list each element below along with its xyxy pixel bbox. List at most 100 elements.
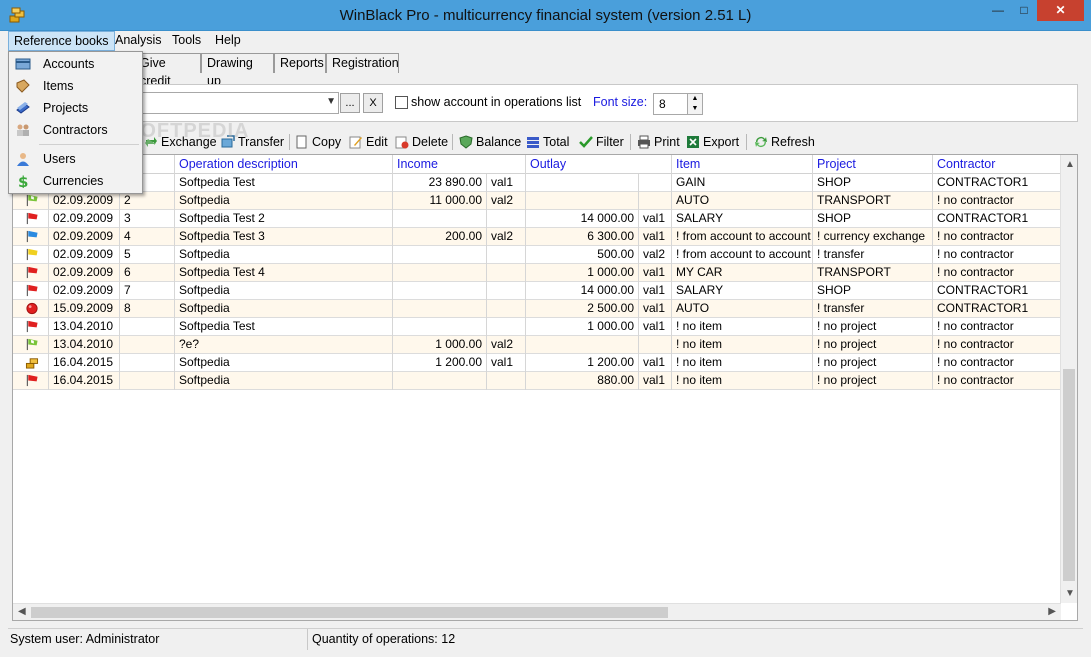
dropdown-item-users[interactable]: Users xyxy=(10,148,141,170)
vertical-scrollbar[interactable]: ▲ ▼ xyxy=(1060,155,1077,603)
menu-help[interactable]: Help xyxy=(210,31,246,51)
flag-cell xyxy=(13,228,49,246)
table-row[interactable]: 02.09.2009 7 Softpedia 14 000.00 val1 SALARY S… xyxy=(13,282,1061,300)
scroll-right-icon[interactable]: ▶ xyxy=(1048,606,1056,617)
cell-num: 3 xyxy=(120,210,175,228)
close-icon[interactable]: ✕ xyxy=(1037,0,1084,21)
balance-button[interactable]: Balance xyxy=(459,133,521,151)
print-button[interactable]: Print xyxy=(637,133,680,151)
menu-analysis[interactable]: Analysis xyxy=(110,31,167,51)
cell-desc: Softpedia xyxy=(175,354,393,372)
cell-desc: Softpedia xyxy=(175,372,393,390)
cell-income: 200.00 xyxy=(393,228,487,246)
cell-outlay: 1 000.00 xyxy=(526,318,639,336)
table-row[interactable]: 02.09.2009 4 Softpedia Test 3 200.00 val2 6 3… xyxy=(13,228,1061,246)
tab-registration[interactable]: Registration xyxy=(326,53,399,73)
cell-income-cur xyxy=(487,246,526,264)
user-icon xyxy=(17,153,29,166)
refresh-button[interactable]: Refresh xyxy=(754,133,815,151)
edit-button[interactable]: Edit xyxy=(349,133,388,151)
menu-reference-books[interactable]: Reference books xyxy=(8,31,115,51)
table-row[interactable]: 02.09.2009 5 Softpedia 500.00 val2! from acc… xyxy=(13,246,1061,264)
chevron-down-icon[interactable]: ▼ xyxy=(326,96,336,107)
cell-project: ! no project xyxy=(813,354,933,372)
table-row[interactable]: 13.04.2010 ?e? 1 000.00 val2 ! no item! no p… xyxy=(13,336,1061,354)
cell-outlay: 500.00 xyxy=(526,246,639,264)
header-outlay[interactable]: Outlay xyxy=(526,155,672,174)
scroll-down-icon[interactable]: ▼ xyxy=(1065,588,1075,599)
total-button[interactable]: Total xyxy=(526,133,569,151)
header-item[interactable]: Item xyxy=(672,155,813,174)
header-income[interactable]: Income xyxy=(393,155,526,174)
cell-date: 13.04.2010 xyxy=(49,336,120,354)
cell-num: 2 xyxy=(120,192,175,210)
cell-contractor: ! no contractor xyxy=(933,354,1061,372)
scroll-left-icon[interactable]: ◀ xyxy=(18,606,26,617)
cell-income xyxy=(393,372,487,390)
table-row[interactable]: 02.09.2009 6 Softpedia Test 4 1 000.00 val1 M… xyxy=(13,264,1061,282)
table-row[interactable]: 02.09.2009 2 Softpedia 11 000.00 val2 AUTO TRA… xyxy=(13,192,1061,210)
cell-income-cur xyxy=(487,300,526,318)
filter-button[interactable]: Filter xyxy=(579,133,624,151)
scroll-up-icon[interactable]: ▲ xyxy=(1065,159,1075,170)
cell-item: MY CAR xyxy=(672,264,813,282)
header-project[interactable]: Project xyxy=(813,155,933,174)
header-operation-description[interactable]: Operation description xyxy=(175,155,393,174)
tab-reports[interactable]: Reports xyxy=(274,53,326,73)
table-row[interactable]: Softpedia Test 23 890.00 val1 GAIN SHOP CONTR… xyxy=(13,174,1061,192)
cell-contractor: ! no contractor xyxy=(933,372,1061,390)
dropdown-item-contractors[interactable]: Contractors xyxy=(10,119,141,141)
browse-button[interactable]: ... xyxy=(340,93,360,113)
copy-button[interactable]: Copy xyxy=(295,133,341,151)
table-row[interactable]: 02.09.2009 3 Softpedia Test 2 14 000.00 val1… xyxy=(13,210,1061,228)
dropdown-item-accounts[interactable]: Accounts xyxy=(10,53,141,75)
export-button[interactable]: Export xyxy=(686,133,739,151)
cell-num: 4 xyxy=(120,228,175,246)
table-row[interactable]: 16.04.2015 Softpedia 880.00 val1! no item! … xyxy=(13,372,1061,390)
table-row[interactable]: 16.04.2015 Softpedia 1 200.00 val1 1 200.00 v… xyxy=(13,354,1061,372)
cell-outlay-cur: val1 xyxy=(639,228,672,246)
delete-button[interactable]: Delete xyxy=(395,133,448,151)
copy-icon xyxy=(296,135,307,149)
cell-project: ! currency exchange xyxy=(813,228,933,246)
dropdown-item-items[interactable]: Items xyxy=(10,75,141,97)
vertical-scroll-thumb[interactable] xyxy=(1063,369,1075,581)
svg-text:$: $ xyxy=(18,174,28,188)
flag-cell xyxy=(13,300,49,318)
maximize-icon[interactable]: □ xyxy=(1011,0,1037,21)
dropdown-item-currencies[interactable]: $ Currencies xyxy=(10,170,141,192)
cell-contractor: ! no contractor xyxy=(933,336,1061,354)
cell-income xyxy=(393,282,487,300)
cell-desc: ?e? xyxy=(175,336,393,354)
cell-date: 02.09.2009 xyxy=(49,264,120,282)
checkmark-icon xyxy=(579,136,593,148)
cell-contractor: CONTRACTOR1 xyxy=(933,210,1061,228)
cell-income-cur: val1 xyxy=(487,354,526,372)
clear-button[interactable]: X xyxy=(363,93,383,113)
menu-bar: Reference books Analysis Tools Help xyxy=(8,31,1083,51)
font-size-spinner[interactable]: 8 ▲ ▼ xyxy=(653,93,703,115)
cell-outlay-cur: val1 xyxy=(639,282,672,300)
cell-income: 1 000.00 xyxy=(393,336,487,354)
operations-grid[interactable]: Operation description Income Outlay Item… xyxy=(12,154,1078,621)
minimize-icon[interactable]: — xyxy=(985,0,1011,21)
dropdown-item-projects[interactable]: Projects xyxy=(10,97,141,119)
tab-drawing-up[interactable]: Drawing up xyxy=(201,53,274,88)
cell-outlay-cur xyxy=(639,174,672,192)
cell-contractor: CONTRACTOR1 xyxy=(933,282,1061,300)
contractors-icon xyxy=(17,124,29,136)
cell-contractor: ! no contractor xyxy=(933,192,1061,210)
menu-tools[interactable]: Tools xyxy=(167,31,206,51)
horizontal-scroll-thumb[interactable] xyxy=(31,607,668,618)
cell-outlay xyxy=(526,192,639,210)
show-account-checkbox[interactable] xyxy=(395,96,408,109)
tab-give-credit[interactable]: Give credit xyxy=(134,53,201,88)
cell-desc: Softpedia Test 3 xyxy=(175,228,393,246)
header-contractor[interactable]: Contractor xyxy=(933,155,1061,174)
table-row[interactable]: 15.09.2009 8 Softpedia 2 500.00 val1 AUTO! tr… xyxy=(13,300,1061,318)
cell-contractor: CONTRACTOR1 xyxy=(933,300,1061,318)
pencil-icon xyxy=(349,136,362,149)
horizontal-scrollbar[interactable]: ◀ ▶ xyxy=(13,603,1061,620)
spin-buttons[interactable]: ▲ ▼ xyxy=(687,94,702,114)
table-row[interactable]: 13.04.2010 Softpedia Test 1 000.00 val1! no… xyxy=(13,318,1061,336)
